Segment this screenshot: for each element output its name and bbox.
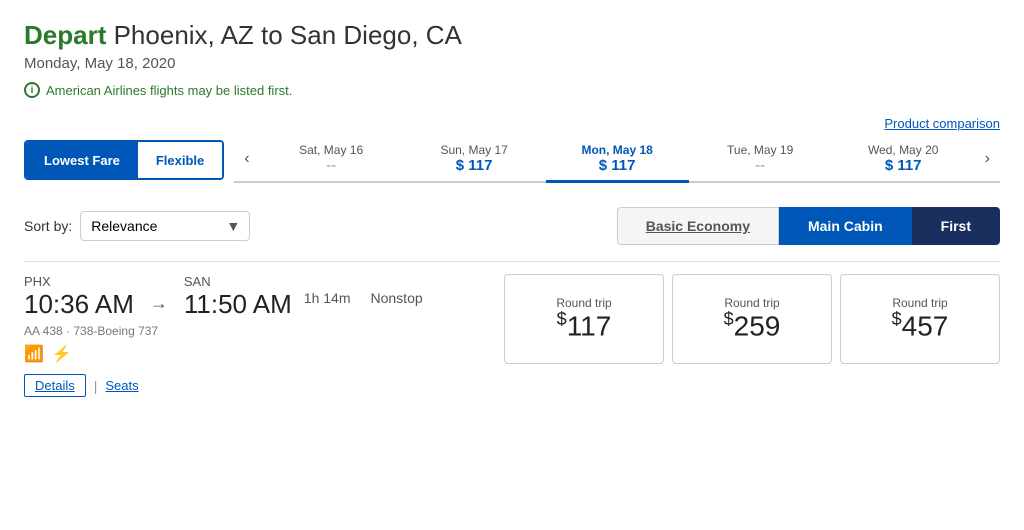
date-cell-3[interactable]: Tue, May 19-- <box>689 137 832 183</box>
date-price-3: -- <box>755 157 765 174</box>
sort-select-wrapper: Relevance ▼ <box>80 211 250 241</box>
date-cell-4[interactable]: Wed, May 20$ 117 <box>832 137 975 183</box>
seats-link[interactable]: Seats <box>105 378 138 393</box>
sort-select[interactable]: Relevance <box>80 211 250 241</box>
date-strip-wrapper: Lowest Fare Flexible ‹ Sat, May 16--Sun,… <box>24 137 1000 183</box>
flight-links: Details | Seats <box>24 374 504 397</box>
date-price-1: $ 117 <box>456 157 493 174</box>
route-heading: Depart Phoenix, AZ to San Diego, CA <box>24 20 1000 51</box>
date-price-0: -- <box>326 157 336 174</box>
product-comparison-link[interactable]: Product comparison <box>884 116 1000 131</box>
sort-cabin-row: Sort by: Relevance ▼ Basic EconomyMain C… <box>24 207 1000 245</box>
date-label-3: Tue, May 19 <box>727 143 793 157</box>
origin-block: PHX 10:36 AM <box>24 274 134 320</box>
fare-toggle: Lowest Fare Flexible <box>24 140 224 180</box>
departure-time: 10:36 AM <box>24 289 134 320</box>
flexible-button[interactable]: Flexible <box>138 142 222 178</box>
aa-notice-text: American Airlines flights may be listed … <box>46 83 292 98</box>
aa-notice-bar: i American Airlines flights may be liste… <box>24 82 1000 98</box>
price-card-label-2: Round trip <box>892 296 947 310</box>
flight-meta: AA 438 · 738-Boeing 737 <box>24 324 504 338</box>
destination-block: SAN 11:50 AM <box>184 274 292 320</box>
amenities: 📶 ⚡ <box>24 344 504 364</box>
prev-date-arrow[interactable]: ‹ <box>234 150 259 168</box>
price-card-label-0: Round trip <box>556 296 611 310</box>
price-card-amount-1: $259 <box>724 310 781 342</box>
next-date-arrow[interactable]: › <box>975 150 1000 168</box>
cabin-btn-2[interactable]: First <box>912 207 1000 245</box>
origin-code: PHX <box>24 274 134 289</box>
date-label-2: Mon, May 18 <box>581 143 652 157</box>
price-card-2[interactable]: Round trip$457 <box>840 274 1000 364</box>
flight-stops: Nonstop <box>371 290 423 306</box>
date-price-4: $ 117 <box>885 157 922 174</box>
price-card-0[interactable]: Round trip$117 <box>504 274 664 364</box>
date-label-4: Wed, May 20 <box>868 143 938 157</box>
date-label-1: Sun, May 17 <box>440 143 507 157</box>
date-label-0: Sat, May 16 <box>299 143 363 157</box>
date-price-2: $ 117 <box>599 157 636 174</box>
date-cell-1[interactable]: Sun, May 17$ 117 <box>403 137 546 183</box>
price-card-label-1: Round trip <box>724 296 779 310</box>
power-icon: ⚡ <box>52 344 72 364</box>
sort-label: Sort by: <box>24 218 72 234</box>
route-text: Phoenix, AZ to San Diego, CA <box>114 20 462 50</box>
cabin-btn-1[interactable]: Main Cabin <box>779 207 912 245</box>
duration-nonstop: 1h 14m Nonstop <box>304 290 423 306</box>
lowest-fare-button[interactable]: Lowest Fare <box>26 142 138 178</box>
price-card-amount-0: $117 <box>557 310 612 342</box>
travel-date: Monday, May 18, 2020 <box>24 55 1000 72</box>
cabin-btn-0[interactable]: Basic Economy <box>617 207 779 245</box>
price-cards: Round trip$117Round trip$259Round trip$4… <box>504 274 1000 364</box>
date-cells: Sat, May 16--Sun, May 17$ 117Mon, May 18… <box>260 137 975 181</box>
flight-duration: 1h 14m <box>304 290 351 306</box>
arrival-time: 11:50 AM <box>184 289 292 320</box>
date-cell-0[interactable]: Sat, May 16-- <box>260 137 403 183</box>
price-card-amount-2: $457 <box>892 310 949 342</box>
info-icon: i <box>24 82 40 98</box>
page-title-block: Depart Phoenix, AZ to San Diego, CA Mond… <box>24 20 1000 72</box>
wifi-icon: 📶 <box>24 344 44 364</box>
date-nav: ‹ Sat, May 16--Sun, May 17$ 117Mon, May … <box>234 137 1000 183</box>
date-cell-2[interactable]: Mon, May 18$ 117 <box>546 137 689 183</box>
pipe-divider: | <box>94 378 98 394</box>
details-button[interactable]: Details <box>24 374 86 397</box>
flight-row: PHX 10:36 AM → SAN 11:50 AM 1h 14m Nonst… <box>24 261 1000 397</box>
flight-info: PHX 10:36 AM → SAN 11:50 AM 1h 14m Nonst… <box>24 274 504 397</box>
depart-word: Depart <box>24 20 106 50</box>
airports-row: PHX 10:36 AM → SAN 11:50 AM 1h 14m Nonst… <box>24 274 504 320</box>
cabin-buttons: Basic EconomyMain CabinFirst <box>617 207 1000 245</box>
flight-arrow-icon: → <box>150 293 168 314</box>
price-card-1[interactable]: Round trip$259 <box>672 274 832 364</box>
product-comparison-row: Product comparison <box>24 116 1000 131</box>
destination-code: SAN <box>184 274 292 289</box>
